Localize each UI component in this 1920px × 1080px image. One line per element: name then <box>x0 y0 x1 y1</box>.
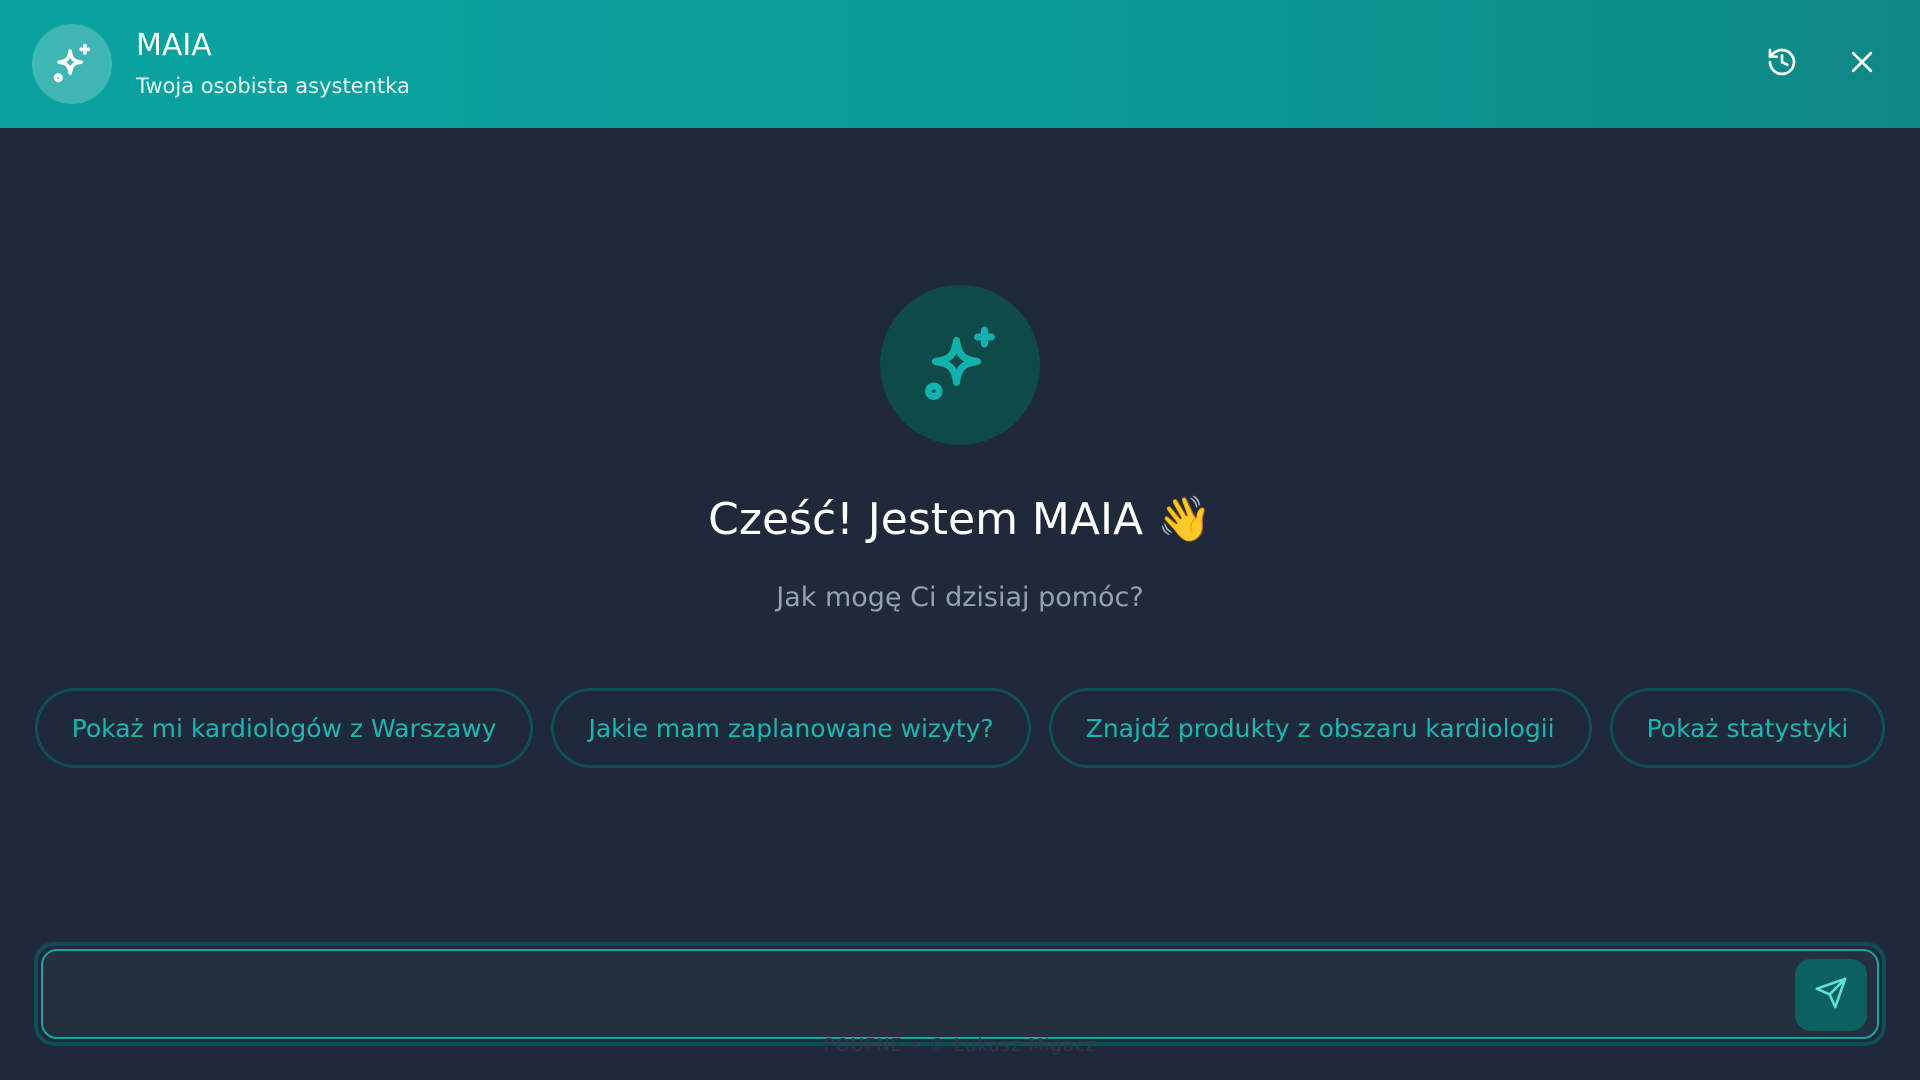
history-button[interactable] <box>1756 32 1808 96</box>
close-icon <box>1847 47 1877 81</box>
suggestion-chip[interactable]: Pokaż mi kardiologów z Warszawy <box>34 688 534 768</box>
send-button[interactable] <box>1795 959 1867 1031</box>
close-button[interactable] <box>1836 32 1888 96</box>
sparkles-icon <box>32 24 112 104</box>
suggestion-chips: Pokaż mi kardiologów z Warszawy Jakie ma… <box>0 688 1920 768</box>
send-icon <box>1814 976 1848 1014</box>
message-input[interactable] <box>67 973 1807 1017</box>
suggestion-chip[interactable]: Jakie mam zaplanowane wizyty? <box>551 688 1031 768</box>
hero-sparkles-icon <box>880 285 1040 445</box>
app-title: MAIA <box>136 28 212 63</box>
wave-emoji: 👋 <box>1157 494 1212 545</box>
message-input-box <box>41 949 1879 1039</box>
app-header: MAIA Twoja osobista asystentka <box>0 0 1920 128</box>
message-composer <box>34 942 1886 1046</box>
app-subtitle: Twoja osobista asystentka <box>136 74 410 98</box>
footer-text: POUFNE • © Łukasz Migacz <box>823 1035 1097 1056</box>
greeting-subtitle: Jak mogę Ci dzisiaj pomóc? <box>776 582 1144 613</box>
history-icon <box>1766 46 1798 82</box>
greeting-text: Cześć! Jestem MAIA <box>708 494 1144 545</box>
suggestion-chip[interactable]: Pokaż statystyki <box>1609 688 1886 768</box>
greeting-heading: Cześć! Jestem MAIA 👋 <box>0 490 1920 550</box>
suggestion-chip[interactable]: Znajdź produkty z obszaru kardiologii <box>1048 688 1592 768</box>
